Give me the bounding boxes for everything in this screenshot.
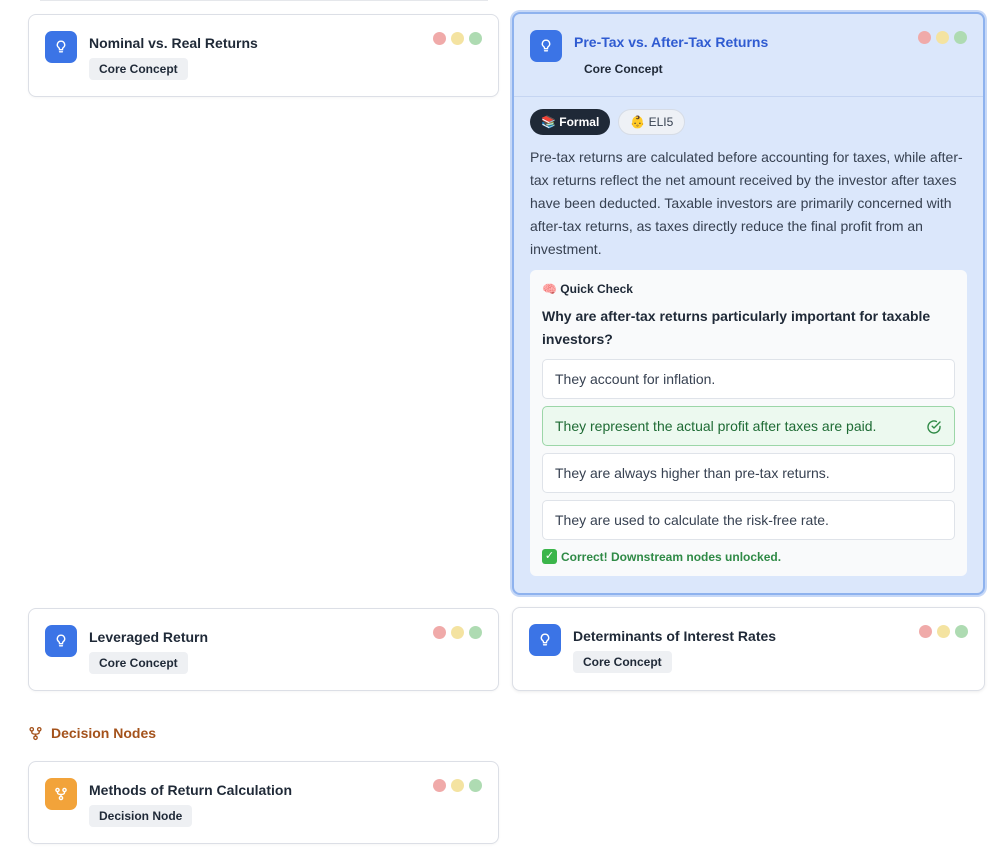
quiz-option[interactable]: They are used to calculate the risk-free… <box>542 500 955 540</box>
feedback-text: Correct! Downstream nodes unlocked. <box>561 549 782 564</box>
status-dot-yellow[interactable] <box>937 625 950 638</box>
status-dot-green[interactable] <box>469 626 482 639</box>
previous-card-edge <box>40 0 488 1</box>
quiz-option[interactable]: They are always higher than pre-tax retu… <box>542 453 955 493</box>
card-title: Leveraged Return <box>89 629 209 645</box>
quick-check-panel: 🧠 Quick Check Why are after-tax returns … <box>530 270 967 576</box>
card-badge: Core Concept <box>89 58 188 80</box>
lightbulb-icon <box>529 624 561 656</box>
status-dot-yellow[interactable] <box>451 32 464 45</box>
status-dot-green[interactable] <box>469 779 482 792</box>
status-dots <box>433 626 482 639</box>
node-card-pre-tax-vs-after-tax[interactable]: Pre-Tax vs. After-Tax Returns Core Conce… <box>512 12 985 595</box>
status-dots <box>918 31 967 44</box>
status-dot-green[interactable] <box>469 32 482 45</box>
quiz-option-correct[interactable]: They represent the actual profit after t… <box>542 406 955 446</box>
node-card-leveraged-return[interactable]: Leveraged Return Core Concept <box>28 608 499 691</box>
quiz-feedback: ✓ Correct! Downstream nodes unlocked. <box>542 549 955 564</box>
status-dot-red[interactable] <box>433 626 446 639</box>
node-card-determinants-of-interest-rates[interactable]: Determinants of Interest Rates Core Conc… <box>512 607 985 691</box>
quiz-options: They account for inflation. They represe… <box>542 359 955 540</box>
option-text: They account for inflation. <box>555 371 716 387</box>
option-text: They represent the actual profit after t… <box>555 418 877 434</box>
status-dot-yellow[interactable] <box>451 626 464 639</box>
card-badge: Core Concept <box>584 62 663 76</box>
status-dot-yellow[interactable] <box>451 779 464 792</box>
lightbulb-icon <box>530 30 562 62</box>
card-title: Pre-Tax vs. After-Tax Returns <box>574 34 769 50</box>
checkmark-emoji-icon: ✓ <box>542 549 557 564</box>
status-dot-red[interactable] <box>919 625 932 638</box>
branch-icon <box>29 726 42 740</box>
card-badge: Decision Node <box>89 805 193 827</box>
check-circle-icon <box>927 420 941 434</box>
option-text: They are used to calculate the risk-free… <box>555 512 829 528</box>
section-label-text: Decision Nodes <box>51 725 157 741</box>
toggle-formal[interactable]: 📚 Formal <box>530 109 611 135</box>
status-dot-yellow[interactable] <box>936 31 949 44</box>
status-dot-green[interactable] <box>954 31 967 44</box>
status-dot-red[interactable] <box>918 31 931 44</box>
card-badge: Core Concept <box>573 651 672 673</box>
card-badge: Core Concept <box>89 652 188 674</box>
card-title: Determinants of Interest Rates <box>573 628 777 644</box>
node-card-methods-of-return-calculation[interactable]: Methods of Return Calculation Decision N… <box>28 761 499 844</box>
card-title: Methods of Return Calculation <box>89 782 292 798</box>
lightbulb-icon <box>45 31 77 63</box>
status-dots <box>433 32 482 45</box>
section-decision-nodes: Decision Nodes <box>28 725 156 741</box>
lightbulb-icon <box>45 625 77 657</box>
node-card-nominal-vs-real[interactable]: Nominal vs. Real Returns Core Concept <box>28 14 499 97</box>
status-dot-green[interactable] <box>955 625 968 638</box>
explanation-mode-toggle: 📚 Formal 👶 ELI5 <box>530 109 686 135</box>
card-title: Nominal vs. Real Returns <box>89 35 258 51</box>
status-dots <box>919 625 968 638</box>
quiz-option[interactable]: They account for inflation. <box>542 359 955 399</box>
status-dot-red[interactable] <box>433 779 446 792</box>
status-dot-red[interactable] <box>433 32 446 45</box>
card-divider <box>514 96 983 97</box>
concept-explanation: Pre-tax returns are calculated before ac… <box>530 149 963 257</box>
toggle-eli5[interactable]: 👶 ELI5 <box>618 109 686 135</box>
status-dots <box>433 779 482 792</box>
branch-icon <box>45 778 77 810</box>
quiz-question: Why are after-tax returns particularly i… <box>542 308 931 347</box>
option-text: They are always higher than pre-tax retu… <box>555 465 830 481</box>
quick-check-heading: 🧠 Quick Check <box>542 282 633 296</box>
